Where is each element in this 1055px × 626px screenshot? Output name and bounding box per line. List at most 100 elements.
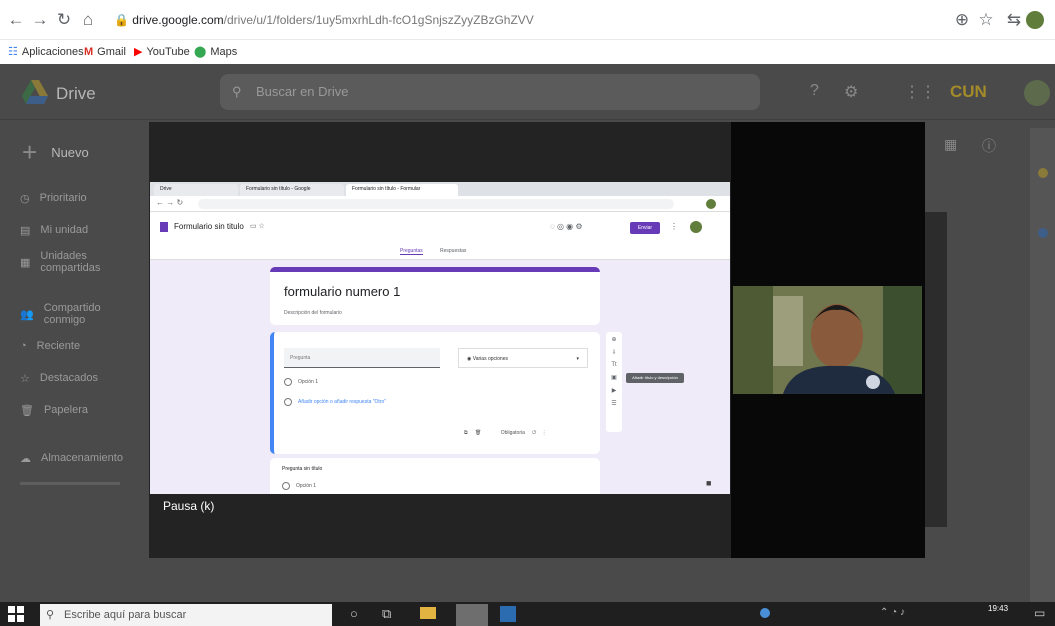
inner-tab-label: Formulario sin título - Google (246, 186, 311, 192)
taskbar-clock[interactable]: 19:43 (988, 604, 1008, 613)
send-button[interactable]: Enviar (630, 222, 660, 234)
bookmark-gmail[interactable]: M Gmail (84, 40, 126, 64)
bookmark-apps[interactable]: ☷ Aplicaciones (8, 40, 84, 64)
option-label[interactable]: Opción 1 (296, 483, 316, 489)
apps-icon[interactable]: ⋮⋮ (904, 82, 936, 102)
file-explorer-icon[interactable] (420, 607, 436, 619)
new-button-label: Nuevo (51, 144, 89, 160)
sidebar-item-starred[interactable]: ☆ Destacados (20, 368, 140, 388)
gmail-icon: M (84, 46, 94, 58)
form-account-avatar[interactable] (690, 221, 702, 233)
inner-address-row: ← → ↻ (150, 196, 730, 212)
back-icon[interactable]: ← (6, 10, 26, 30)
tab-questions[interactable]: Preguntas (400, 248, 423, 255)
add-question-icon[interactable]: ⊕ (606, 336, 622, 343)
windows-start-icon[interactable] (8, 606, 24, 622)
video-side-strip (925, 212, 947, 527)
forward-icon[interactable]: → (30, 10, 50, 30)
import-questions-icon[interactable]: ⇩ (606, 349, 622, 356)
inner-tab-label: Drive (160, 186, 172, 192)
question-type-select[interactable]: ◉ Varias opciones ▾ (458, 348, 588, 368)
system-tray-icons[interactable]: ⌃ ◔ ♪ (880, 607, 905, 618)
question-type-label: Varias opciones (472, 356, 508, 362)
delete-icon[interactable]: 🗑 (475, 430, 481, 436)
sidebar-item-trash[interactable]: 🗑 Papelera (20, 400, 140, 420)
sidebar-item-recent[interactable]: ◔ Reciente (20, 336, 140, 356)
settings-gear-icon[interactable]: ⚙ (844, 82, 858, 102)
add-title-icon[interactable]: Tt (606, 362, 622, 368)
inner-tab-active[interactable]: Formulario sin título - Formular (346, 184, 458, 196)
add-section-icon[interactable]: ☰ (606, 400, 622, 407)
add-option-row: Añadir opción o añadir respuesta "Otro" (284, 398, 386, 406)
calendar-addon-icon[interactable] (1038, 168, 1048, 178)
help-chat-icon[interactable]: ■ (706, 478, 711, 488)
question2-title[interactable]: Pregunta sin título (282, 466, 322, 472)
apps-grid-icon: ☷ (8, 46, 18, 58)
tab-responses[interactable]: Respuestas (440, 248, 466, 254)
sidebar-item-storage[interactable]: ☁ Almacenamiento (20, 448, 140, 468)
weather-icon[interactable] (760, 608, 770, 618)
form-side-toolbar: ⊕ ⇩ Tt ▣ ▶ ☰ (606, 332, 622, 432)
sidebar-label: Prioritario (39, 192, 87, 204)
drive-title: Drive (56, 84, 96, 103)
cortana-icon[interactable]: ○ (350, 606, 358, 621)
taskbar-search[interactable]: ⚲ Escribe aquí para buscar (40, 604, 332, 626)
address-bar[interactable]: 🔒 drive.google.com/drive/u/1/folders/1uy… (114, 8, 900, 32)
maps-pin-icon: ⬤ (194, 46, 207, 58)
add-option-link[interactable]: Añadir opción o añadir respuesta "Otro" (298, 399, 386, 405)
form-action-icons[interactable]: ◌ ◎ ◉ ⚙ (550, 222, 583, 231)
question-input[interactable]: Pregunta (284, 348, 440, 368)
clock-icon: ◔ (20, 340, 27, 352)
chrome-taskbar-icon[interactable] (456, 604, 488, 626)
grid-view-icon[interactable]: ▦ (944, 136, 957, 153)
question-more-icon[interactable]: ⋮ (542, 430, 547, 436)
reload-icon[interactable]: ↻ (54, 10, 74, 30)
form-title[interactable]: formulario numero 1 (284, 284, 400, 299)
bookmark-maps[interactable]: ⬤ Maps (194, 40, 237, 64)
bookmark-label: Gmail (97, 46, 126, 58)
account-avatar[interactable] (1024, 80, 1050, 106)
task-view-icon[interactable]: ⧉ (382, 606, 391, 622)
info-icon[interactable]: ⓘ (982, 136, 996, 156)
home-icon[interactable]: ⌂ (78, 10, 98, 30)
youtube-icon: ▶ (134, 46, 143, 58)
inner-tab[interactable]: Formulario sin título - Google (240, 184, 344, 196)
bookmark-star-icon[interactable]: ☆ (976, 10, 996, 30)
bookmark-youtube[interactable]: ▶ YouTube (134, 40, 190, 64)
copy-icon[interactable]: ⧉ (464, 430, 468, 436)
extension-icon[interactable]: ⇆ (1004, 10, 1024, 30)
form-header: Formulario sin titulo ▭ ☆ ◌ ◎ ◉ ⚙ Enviar… (150, 212, 730, 260)
zoom-icon[interactable]: ⊕ (952, 10, 972, 30)
inner-address-bar[interactable] (198, 199, 674, 209)
form-name[interactable]: Formulario sin titulo (174, 222, 244, 231)
question-card: Pregunta ◉ Varias opciones ▾ Opción 1 Añ… (270, 332, 600, 454)
inner-profile-avatar[interactable] (706, 199, 716, 209)
sidebar-item-shared-with-me[interactable]: 👥 Compartido conmigo (20, 302, 140, 326)
add-video-icon[interactable]: ▶ (606, 387, 622, 394)
drive-search-input[interactable]: ⚲ Buscar en Drive (220, 74, 760, 110)
new-button[interactable]: + Nuevo (22, 132, 122, 172)
required-toggle[interactable]: ⏻ (532, 430, 536, 436)
sidebar-label: Unidades compartidas (40, 250, 101, 274)
sidebar-label: Papelera (43, 404, 89, 416)
dropdown-arrow-icon: ▾ (576, 356, 579, 362)
bookmark-label: Maps (210, 46, 238, 58)
more-icon[interactable]: ⋮ (670, 222, 678, 231)
presenter-image (733, 286, 922, 394)
option-label[interactable]: Opción 1 (298, 379, 318, 385)
side-panel (1030, 128, 1055, 602)
sidebar-item-priority[interactable]: ◷ Prioritario (20, 188, 140, 208)
sidebar-item-my-drive[interactable]: ▤ Mi unidad (20, 220, 140, 240)
profile-avatar[interactable] (1026, 11, 1044, 29)
add-image-icon[interactable]: ▣ (606, 374, 622, 381)
sidebar-label: Almacenamiento (41, 452, 123, 464)
form-description[interactable]: Descripción del formulario (284, 310, 342, 316)
word-taskbar-icon[interactable] (500, 606, 516, 622)
notifications-icon[interactable]: ▭ (1034, 606, 1045, 620)
folder-star-icons[interactable]: ▭ ☆ (250, 222, 265, 230)
sidebar-item-shared-drives[interactable]: ▦ Unidades compartidas (20, 250, 140, 274)
inner-tab[interactable]: Drive (154, 184, 238, 196)
webcam-feed (733, 286, 922, 394)
help-icon[interactable]: ? (810, 82, 819, 100)
tasks-addon-icon[interactable] (1038, 228, 1048, 238)
